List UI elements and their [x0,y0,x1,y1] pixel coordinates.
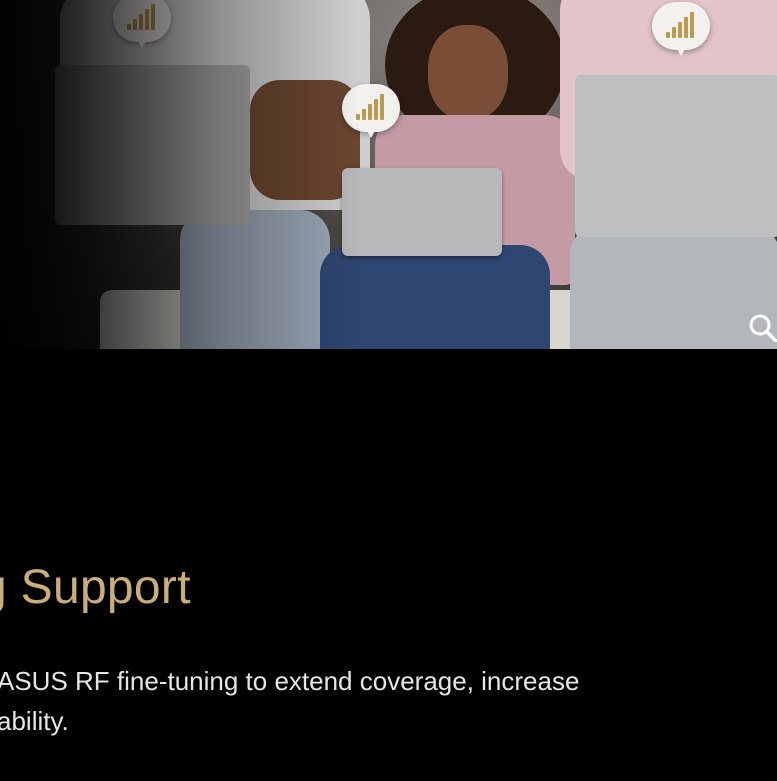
laptop-right [575,75,777,237]
girl-jeans [320,245,550,349]
wifi-signal-icon [127,4,157,30]
girl-face [428,25,508,120]
wifi-signal-pin [342,84,400,142]
section-heading: g Support [0,561,191,614]
person-left-jeans [180,210,330,349]
search-icon[interactable] [747,312,777,342]
section-description: ASUS RF fine-tuning to extend coverage, … [0,661,717,741]
wifi-signal-icon [666,12,696,38]
tablet [342,168,502,256]
laptop-left [55,65,250,225]
person-right-jeans [570,225,777,349]
description-line: ASUS RF fine-tuning to extend coverage, … [0,666,580,696]
description-line: ability. [0,706,69,736]
wifi-signal-icon [356,94,386,120]
wifi-signal-pin [652,2,710,60]
hero-image [0,0,777,349]
wifi-signal-pin [113,0,171,52]
